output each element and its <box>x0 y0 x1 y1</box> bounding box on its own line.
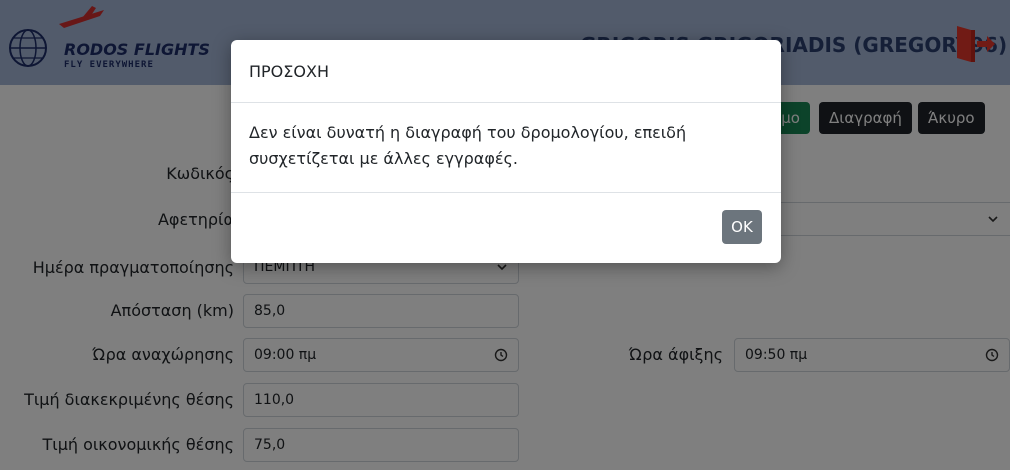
modal-header: ΠΡΟΣΟΧΗ <box>231 40 781 103</box>
modal-title: ΠΡΟΣΟΧΗ <box>249 62 329 81</box>
alert-modal: ΠΡΟΣΟΧΗ Δεν είναι δυνατή η διαγραφή του … <box>231 40 781 263</box>
ok-button[interactable]: OK <box>722 210 762 244</box>
modal-footer: OK <box>231 192 781 263</box>
modal-message: Δεν είναι δυνατή η διαγραφή του δρομολογ… <box>249 123 687 168</box>
